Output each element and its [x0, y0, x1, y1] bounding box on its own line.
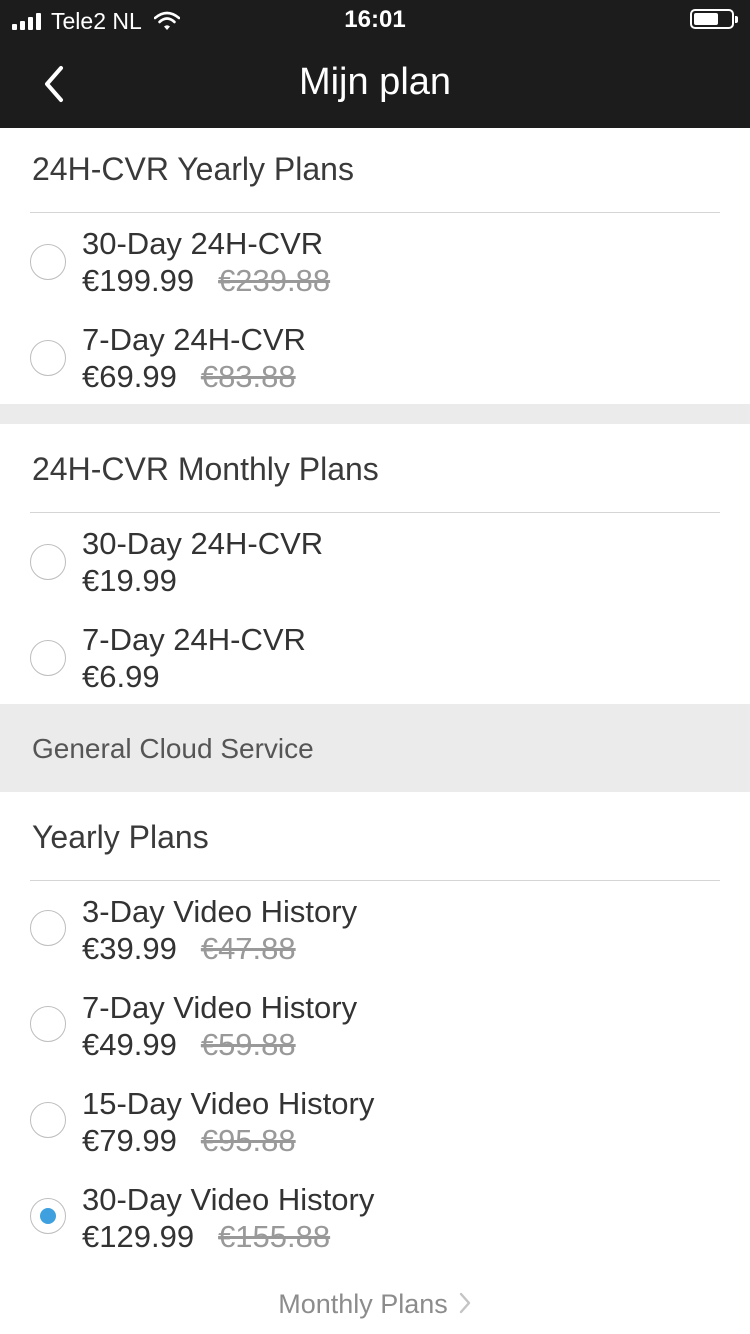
status-time: 16:01	[344, 6, 406, 33]
plan-price: €199.99	[82, 263, 195, 298]
divider	[30, 880, 720, 881]
plan-old-price: €83.88	[200, 359, 296, 394]
plan-name: 3-Day Video History	[82, 894, 358, 929]
monthly-plans-link[interactable]: Monthly Plans	[0, 1286, 750, 1324]
price-line: €39.99 €47.88	[82, 930, 296, 968]
plan-old-price: €239.88	[218, 263, 331, 298]
plan-option-cvr-yearly-7day[interactable]: 7-Day 24H-CVR €69.99 €83.88	[0, 322, 750, 414]
divider	[30, 512, 720, 513]
radio-button[interactable]	[30, 1102, 66, 1138]
price-line: €79.99 €95.88	[82, 1122, 296, 1160]
plan-name: 7-Day Video History	[82, 990, 358, 1025]
section-header-yearly: Yearly Plans	[32, 819, 209, 855]
plan-old-price: €95.88	[200, 1123, 296, 1158]
plan-option-video-7day[interactable]: 7-Day Video History €49.99 €59.88	[0, 990, 750, 1082]
plan-option-video-3day[interactable]: 3-Day Video History €39.99 €47.88	[0, 894, 750, 986]
radio-button[interactable]	[30, 244, 66, 280]
plan-price: €6.99	[82, 659, 160, 694]
plan-name: 15-Day Video History	[82, 1086, 375, 1121]
general-cloud-band: General Cloud Service	[0, 704, 750, 792]
section-header-cvr-yearly: 24H-CVR Yearly Plans	[32, 151, 354, 187]
radio-button[interactable]	[30, 640, 66, 676]
divider	[30, 212, 720, 213]
plan-price: €19.99	[82, 563, 177, 598]
chevron-right-icon	[458, 1288, 472, 1324]
status-bar: Tele2 NL 16:01	[0, 0, 750, 40]
plan-option-cvr-monthly-30day[interactable]: 30-Day 24H-CVR €19.99	[0, 526, 750, 618]
plan-name: 30-Day 24H-CVR	[82, 526, 324, 561]
radio-button[interactable]	[30, 340, 66, 376]
plan-option-video-30day[interactable]: 30-Day Video History €129.99 €155.88	[0, 1182, 750, 1274]
radio-button[interactable]	[30, 910, 66, 946]
plan-option-video-15day[interactable]: 15-Day Video History €79.99 €95.88	[0, 1086, 750, 1178]
price-line: €69.99 €83.88	[82, 358, 296, 396]
monthly-plans-label: Monthly Plans	[278, 1289, 448, 1319]
plan-option-cvr-monthly-7day[interactable]: 7-Day 24H-CVR €6.99	[0, 622, 750, 714]
plan-old-price: €59.88	[200, 1027, 296, 1062]
nav-bar: Mijn plan	[0, 40, 750, 128]
section-separator	[0, 404, 750, 424]
plan-price: €79.99	[82, 1123, 177, 1158]
plan-price: €49.99	[82, 1027, 177, 1062]
price-line: €6.99	[82, 658, 160, 696]
page-title: Mijn plan	[298, 61, 452, 103]
plan-price: €39.99	[82, 931, 177, 966]
plan-name: 30-Day Video History	[82, 1182, 375, 1217]
price-line: €19.99	[82, 562, 177, 600]
plan-price: €69.99	[82, 359, 177, 394]
price-line: €129.99 €155.88	[82, 1218, 330, 1256]
band-label: General Cloud Service	[32, 733, 314, 764]
section-header-cvr-monthly: 24H-CVR Monthly Plans	[32, 451, 379, 487]
plan-option-cvr-yearly-30day[interactable]: 30-Day 24H-CVR €199.99 €239.88	[0, 226, 750, 318]
radio-button[interactable]	[30, 544, 66, 580]
plan-old-price: €47.88	[200, 931, 296, 966]
plan-name: 7-Day 24H-CVR	[82, 322, 306, 357]
plan-name: 7-Day 24H-CVR	[82, 622, 306, 657]
radio-button-selected[interactable]	[30, 1198, 66, 1234]
radio-button[interactable]	[30, 1006, 66, 1042]
plan-old-price: €155.88	[218, 1219, 331, 1254]
plan-price: €129.99	[82, 1219, 195, 1254]
battery-icon	[690, 9, 738, 29]
plan-name: 30-Day 24H-CVR	[82, 226, 324, 261]
price-line: €199.99 €239.88	[82, 262, 330, 300]
price-line: €49.99 €59.88	[82, 1026, 296, 1064]
